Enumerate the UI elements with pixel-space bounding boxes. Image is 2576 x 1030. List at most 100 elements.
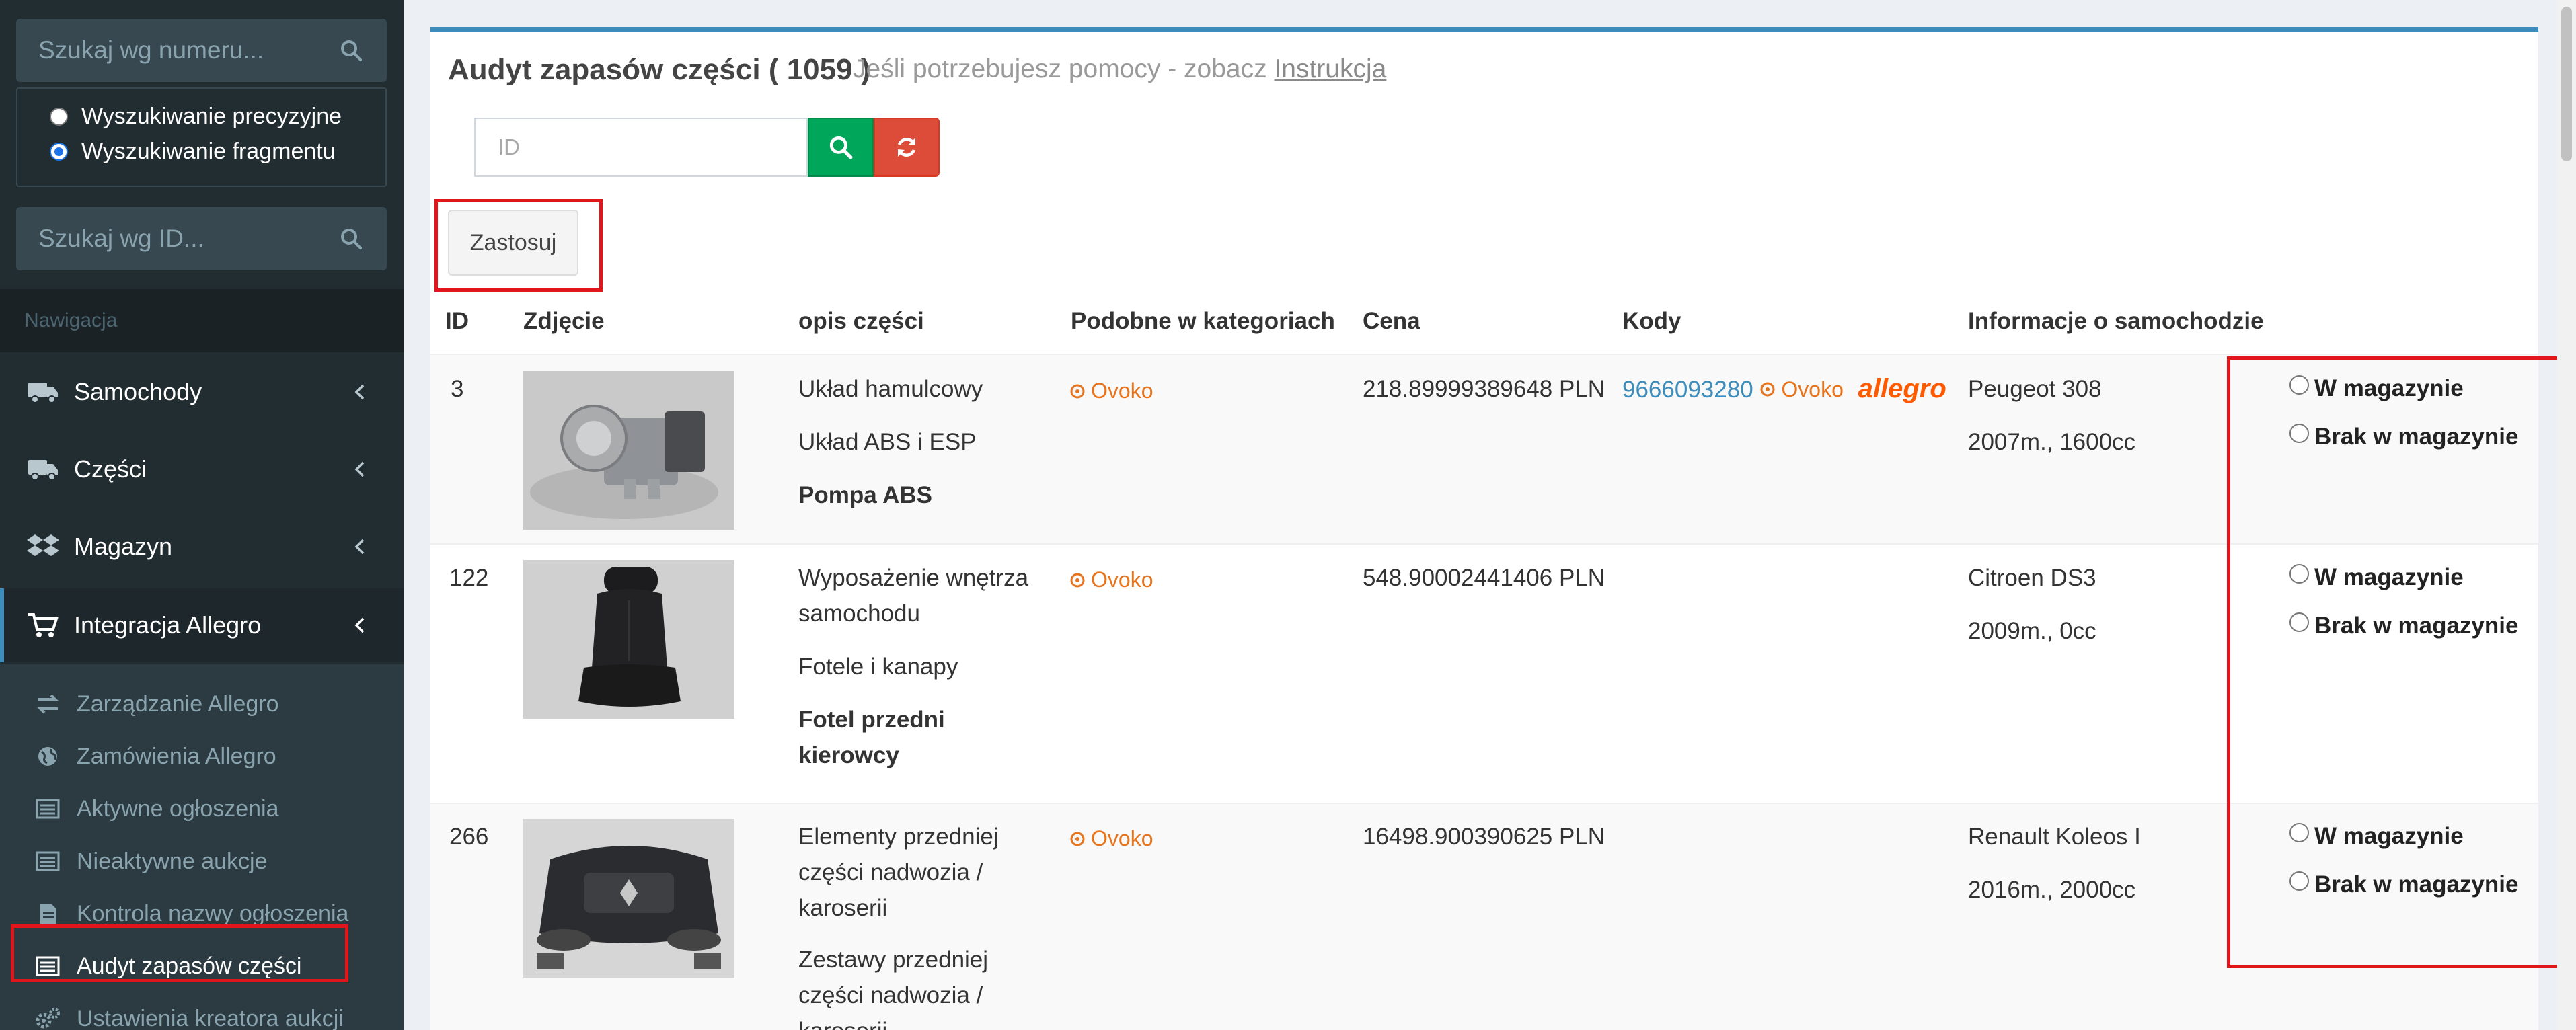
sidebar-item-cars[interactable]: Samochody — [0, 355, 404, 429]
search-mode-precise[interactable]: Wyszukiwanie precyzyjne — [50, 104, 342, 130]
ovoko-label: Ovoko — [1091, 379, 1153, 403]
car-info: Peugeot 308 2007m., 1600cc — [1968, 371, 2135, 460]
part-price: 218.89999389648 PLN — [1363, 376, 1605, 402]
highlight-apply-button — [434, 199, 603, 292]
help-text-label: Jeśli potrzebujesz pomocy - zobacz — [853, 54, 1267, 83]
sidebar-item-label: Części — [74, 455, 147, 483]
truck-icon — [28, 460, 58, 481]
id-filter-input[interactable]: ID — [474, 118, 808, 177]
car-model: Renault Koleos I — [1968, 824, 2141, 850]
column-header-part-description: opis części — [798, 308, 924, 334]
sidebar-item-label: Magazyn — [74, 532, 173, 560]
part-description: Wyposażenie wnętrza samochodu Fotele i k… — [798, 560, 1034, 773]
nav-header: Nawigacja — [0, 289, 404, 352]
sidebar-subitem-active-listings[interactable]: Aktywne ogłoszenia — [0, 783, 404, 835]
car-model: Citroen DS3 — [1968, 565, 2096, 591]
sidebar: Szukaj wg numeru... Wyszukiwanie precyzy… — [0, 0, 404, 1030]
page-scrollbar[interactable] — [2557, 0, 2576, 1030]
car-seat-photo — [523, 560, 734, 719]
part-price: 16498.900390625 PLN — [1363, 824, 1605, 850]
part-code-link[interactable]: 9666093280 — [1622, 377, 1753, 403]
sidebar-subitem-allegro-orders[interactable]: Zamówienia Allegro — [0, 730, 404, 783]
part-codes: 9666093280 Ovoko allegro — [1622, 371, 1946, 407]
car-details: 2009m., 0cc — [1968, 618, 2096, 644]
ovoko-label: Ovoko — [1091, 826, 1153, 850]
search-mode-precise-label: Wyszukiwanie precyzyjne — [81, 104, 342, 129]
ovoko-link[interactable]: Ovoko — [1069, 562, 1153, 598]
list-icon — [36, 851, 60, 871]
sidebar-subitem-label: Ustawienia kreatora aukcji — [77, 1005, 344, 1030]
column-header-id: ID — [445, 308, 469, 334]
row-id: 266 — [449, 824, 489, 850]
car-details: 2007m., 1600cc — [1968, 429, 2136, 455]
ovoko-link[interactable]: Ovoko — [1069, 821, 1153, 857]
part-name: Pompa ABS — [798, 482, 933, 508]
radio-fragment[interactable] — [50, 143, 68, 161]
column-header-photo: Zdjęcie — [523, 308, 605, 334]
ovoko-icon — [1070, 384, 1085, 398]
part-photo-front-bumper[interactable] — [523, 819, 734, 978]
column-header-similar: Podobne w kategoriach — [1071, 308, 1335, 334]
scrollbar-thumb[interactable] — [2561, 7, 2572, 161]
part-photo-abs-pump[interactable] — [523, 371, 734, 530]
chevron-left-icon — [354, 384, 365, 400]
chevron-left-icon — [354, 461, 365, 477]
search-button[interactable] — [808, 118, 874, 177]
radio-precise[interactable] — [50, 108, 68, 126]
sidebar-subitem-inactive-auctions[interactable]: Nieaktywne aukcje — [0, 835, 404, 887]
sidebar-subitem-label: Zarządzanie Allegro — [77, 690, 279, 717]
allegro-logo-link[interactable]: allegro — [1858, 374, 1946, 403]
search-number-placeholder: Szukaj wg numeru... — [38, 36, 264, 64]
ovoko-icon — [1760, 382, 1775, 397]
part-description: Elementy przedniej części nadwozia / kar… — [798, 819, 1034, 1030]
search-icon[interactable] — [340, 227, 363, 250]
sidebar-item-warehouse[interactable]: Magazyn — [0, 510, 404, 584]
sidebar-subitem-label: Nieaktywne aukcje — [77, 848, 268, 874]
search-mode-fragment[interactable]: Wyszukiwanie fragmentu — [50, 138, 336, 165]
refresh-button[interactable] — [874, 118, 940, 177]
part-name: Fotel przedni kierowcy — [798, 707, 945, 768]
similar-in-categories: Ovoko — [1069, 562, 1153, 598]
file-icon — [40, 904, 56, 924]
search-icon — [829, 136, 853, 159]
truck-icon — [28, 383, 58, 403]
similar-in-categories: Ovoko — [1069, 373, 1153, 409]
search-number-input[interactable]: Szukaj wg numeru... — [16, 19, 387, 82]
dropbox-icon — [27, 534, 59, 556]
sidebar-item-label: Samochody — [74, 378, 202, 405]
help-text: Jeśli potrzebujesz pomocy - zobacz Instr… — [853, 54, 1386, 84]
part-price: 548.90002441406 PLN — [1363, 565, 1605, 591]
sidebar-subitem-allegro-management[interactable]: Zarządzanie Allegro — [0, 678, 404, 730]
search-id-input[interactable]: Szukaj wg ID... — [16, 207, 387, 270]
similar-in-categories: Ovoko — [1069, 821, 1153, 857]
highlight-current-subitem — [11, 924, 348, 982]
chevron-left-icon — [354, 617, 365, 633]
cogs-icon — [36, 1008, 60, 1029]
ovoko-label: Ovoko — [1781, 377, 1844, 401]
part-category: Elementy przedniej części nadwozia / kar… — [798, 824, 999, 921]
car-model: Peugeot 308 — [1968, 376, 2102, 402]
ovoko-code-link[interactable]: Ovoko — [1759, 372, 1844, 407]
column-header-codes: Kody — [1622, 308, 1681, 334]
sidebar-item-allegro[interactable]: Integracja Allegro — [0, 588, 404, 662]
sidebar-item-parts[interactable]: Części — [0, 432, 404, 506]
part-photo-car-seat[interactable] — [523, 560, 734, 719]
search-icon[interactable] — [340, 39, 363, 62]
car-info: Citroen DS3 2009m., 0cc — [1968, 560, 2096, 649]
ovoko-icon — [1070, 573, 1085, 587]
part-category: Wyposażenie wnętrza samochodu — [798, 565, 1029, 627]
car-details: 2016m., 2000cc — [1968, 877, 2136, 903]
sidebar-subitem-label: Kontrola nazwy ogłoszenia — [77, 900, 349, 926]
sidebar-subitem-label: Aktywne ogłoszenia — [77, 795, 279, 822]
row-id: 3 — [451, 376, 464, 402]
exchange-icon — [37, 694, 59, 714]
help-link[interactable]: Instrukcja — [1274, 54, 1386, 83]
globe-icon — [38, 747, 57, 766]
nav-header-label: Nawigacja — [24, 309, 118, 331]
part-subcategory: Fotele i kanapy — [798, 653, 958, 680]
ovoko-label: Ovoko — [1091, 567, 1153, 592]
search-id-placeholder: Szukaj wg ID... — [38, 225, 204, 252]
sidebar-subitem-auction-wizard-settings[interactable]: Ustawienia kreatora aukcji — [0, 992, 404, 1030]
ovoko-link[interactable]: Ovoko — [1069, 373, 1153, 409]
sidebar-item-label: Integracja Allegro — [74, 611, 262, 639]
